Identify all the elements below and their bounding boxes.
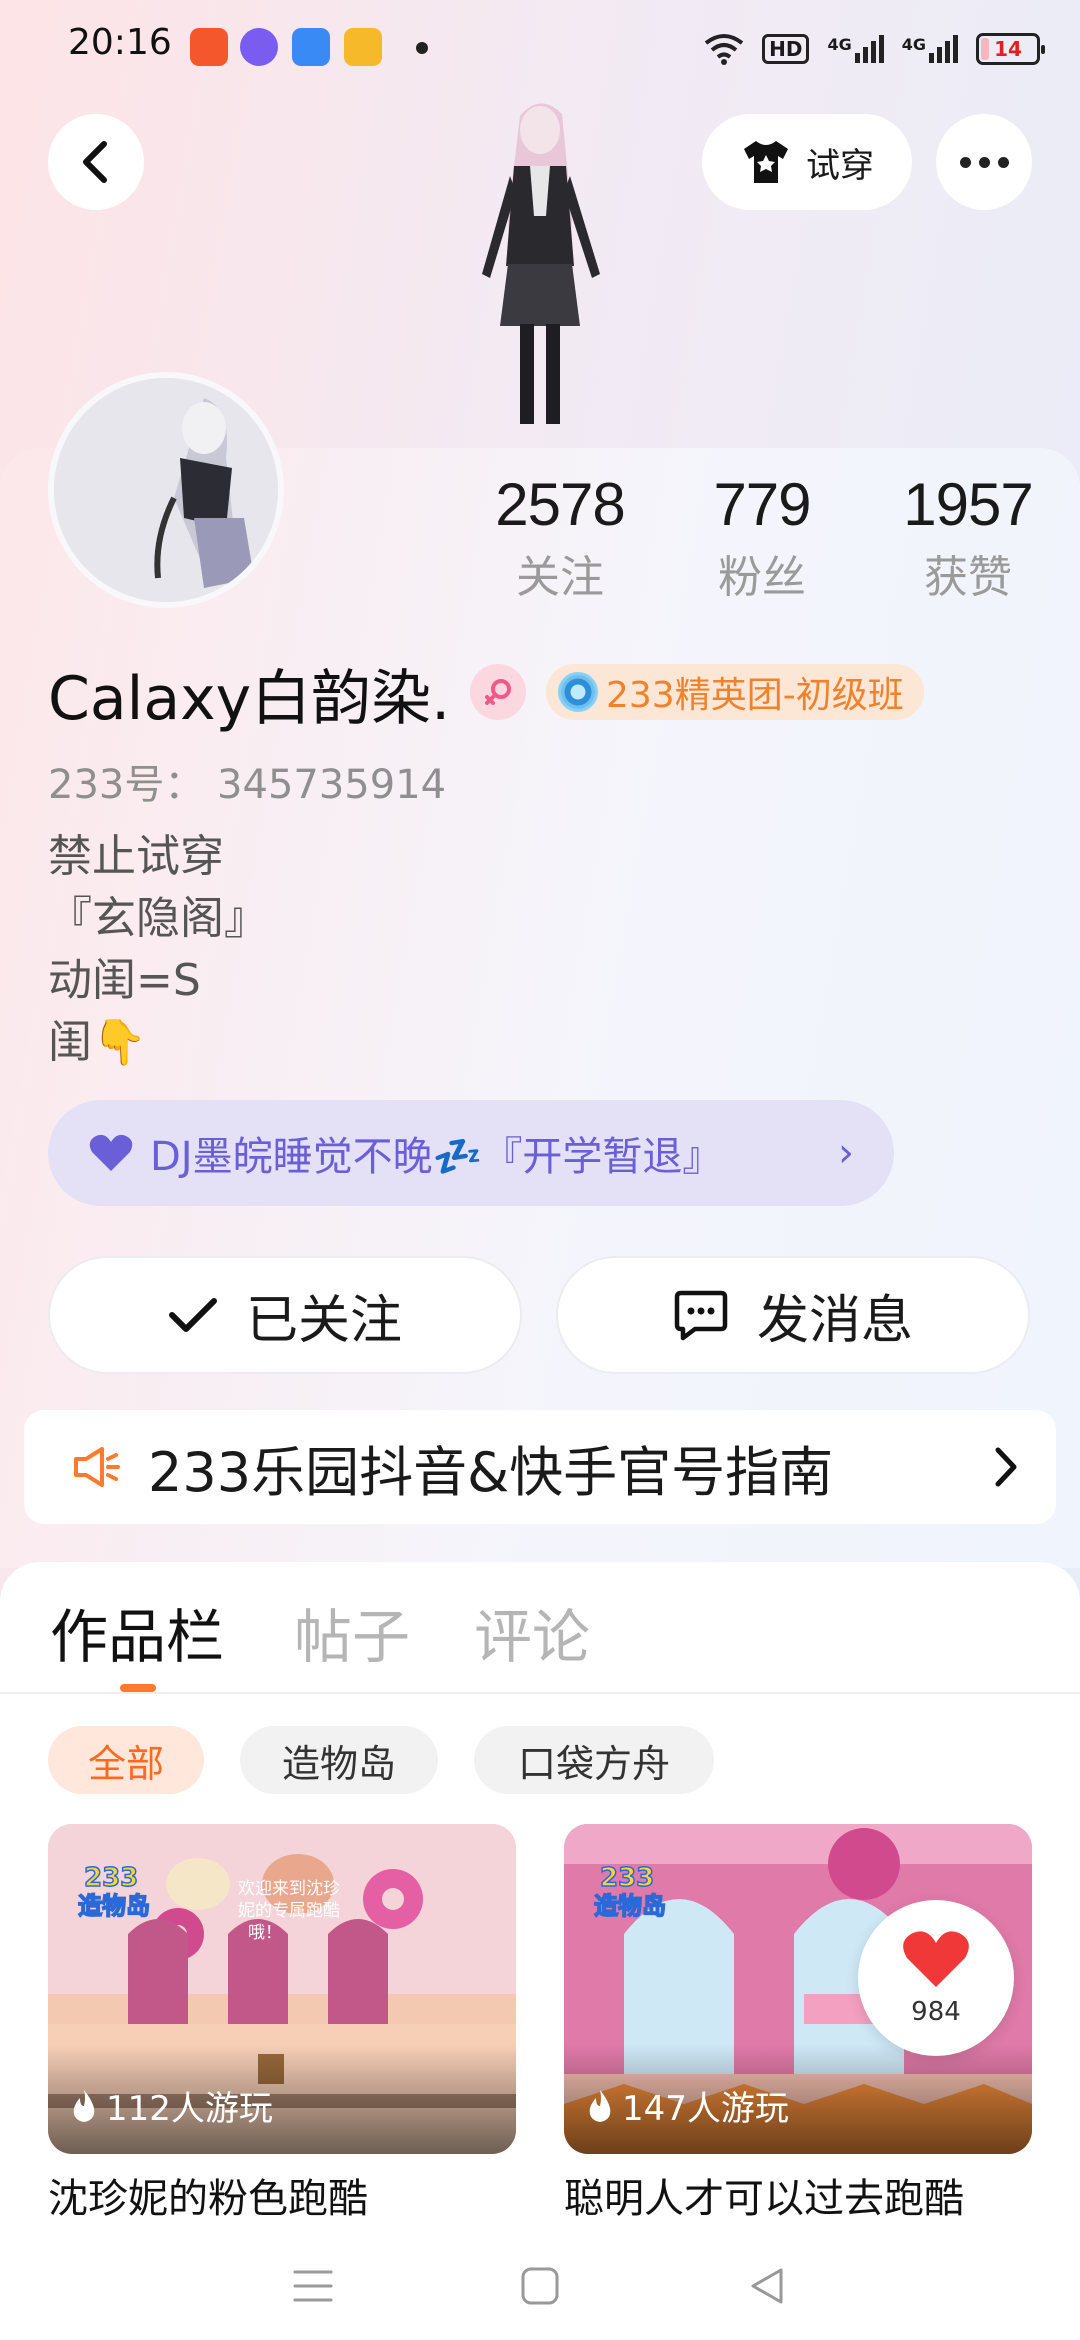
- play-count: 147人游玩: [586, 2081, 789, 2130]
- work-card-1[interactable]: 233 造物岛 欢迎来到沈珍 妮的专属跑酷 哦！ 112人游玩: [48, 1824, 516, 2154]
- tab-works[interactable]: 作品栏: [50, 1590, 224, 1674]
- back-triangle-icon[interactable]: [747, 2266, 787, 2306]
- like-count: 984: [911, 1997, 961, 2027]
- play-count-label: 147人游玩: [622, 2089, 789, 2129]
- music-title: DJ墨皖睡觉不晚💤『开学暂退』: [150, 1134, 723, 1180]
- svg-text:哦！: 哦！: [248, 1923, 282, 1943]
- followed-button[interactable]: 已关注: [48, 1256, 522, 1374]
- heart-icon: [903, 1931, 969, 1987]
- battery-icon: 14: [976, 33, 1045, 65]
- bio-line: 禁止试穿: [48, 831, 224, 882]
- bio-line: 闺👇: [48, 1017, 147, 1068]
- app-icon-blue: [292, 28, 330, 66]
- user-avatar[interactable]: [48, 372, 284, 608]
- flame-icon: [589, 2089, 611, 2122]
- followers-stat[interactable]: 779 粉丝: [672, 470, 852, 605]
- system-nav-bar: [0, 2232, 1080, 2340]
- message-button[interactable]: 发消息: [556, 1256, 1030, 1374]
- signal-icon-2: 4G: [902, 35, 958, 63]
- like-button[interactable]: 984: [858, 1900, 1014, 2056]
- flame-icon: [73, 2089, 95, 2122]
- try-on-button[interactable]: 试穿: [702, 114, 912, 210]
- network-label-2: 4G: [901, 35, 926, 54]
- chevron-right-icon: [995, 1447, 1017, 1487]
- following-count: 2578: [495, 471, 625, 538]
- megaphone-icon: [74, 1447, 120, 1487]
- chevron-right-icon: ›: [838, 1130, 854, 1176]
- more-dot: [978, 156, 990, 168]
- user-id: 233号： 345735914: [48, 762, 447, 808]
- bio: 禁止试穿 『玄隐阁』 动闺=S 闺👇: [48, 826, 268, 1074]
- following-stat[interactable]: 2578 关注: [470, 470, 650, 605]
- message-label: 发消息: [756, 1290, 913, 1351]
- tab-comments[interactable]: 评论: [474, 1590, 590, 1674]
- svg-text:233: 233: [84, 1863, 138, 1893]
- active-tab-indicator: [120, 1684, 156, 1692]
- battery-level: 14: [994, 37, 1022, 61]
- followers-label: 粉丝: [718, 552, 806, 603]
- svg-text:欢迎来到沈珍: 欢迎来到沈珍: [238, 1879, 340, 1899]
- bio-line: 『玄隐阁』: [48, 893, 268, 944]
- likes-count: 1957: [903, 471, 1033, 538]
- music-pill[interactable]: DJ墨皖睡觉不晚💤『开学暂退』 ›: [48, 1100, 894, 1206]
- bio-line: 动闺=S: [48, 955, 201, 1006]
- app-icon-purple: [240, 28, 278, 66]
- followers-count: 779: [713, 471, 811, 538]
- followed-label: 已关注: [245, 1290, 402, 1351]
- tab-posts[interactable]: 帖子: [294, 1590, 410, 1674]
- announcement-text: 233乐园抖音&快手官号指南: [148, 1440, 834, 1504]
- avatar-image: [54, 378, 278, 602]
- wifi-icon: [704, 34, 744, 65]
- avatar-character-figure: [482, 103, 600, 424]
- work-title-1[interactable]: 沈珍妮的粉色跑酷: [48, 2166, 368, 2224]
- home-icon[interactable]: [520, 2266, 560, 2306]
- heart-icon: [89, 1134, 133, 1171]
- back-button[interactable]: [48, 114, 144, 210]
- network-label: 4G: [827, 35, 852, 54]
- svg-text:妮的专属跑酷: 妮的专属跑酷: [238, 1901, 340, 1921]
- check-icon: [168, 1298, 217, 1332]
- svg-text:233: 233: [600, 1863, 654, 1893]
- likes-label: 获赞: [924, 552, 1012, 603]
- nickname: Calaxy白韵染.: [48, 664, 451, 734]
- team-badge-icon: [558, 672, 598, 712]
- app-icon-yellow: [344, 28, 382, 66]
- svg-text:造物岛: 造物岛: [78, 1892, 150, 1920]
- following-label: 关注: [516, 552, 604, 603]
- work-title-2[interactable]: 聪明人才可以过去跑酷: [564, 2166, 964, 2224]
- team-badge[interactable]: 233精英团-初级班: [546, 664, 924, 720]
- more-dot: [959, 156, 971, 168]
- status-bar: 20:16 HD 4G 4G 14: [0, 0, 1080, 96]
- status-time: 20:16: [68, 22, 172, 63]
- app-icon-orange: [190, 28, 228, 66]
- back-arrow-icon: [83, 141, 107, 183]
- announcement-banner[interactable]: 233乐园抖音&快手官号指南: [24, 1410, 1056, 1524]
- hd-icon: HD: [762, 34, 810, 64]
- play-count-label: 112人游玩: [106, 2089, 273, 2129]
- likes-stat[interactable]: 1957 获赞: [878, 470, 1058, 605]
- more-dot: [997, 156, 1009, 168]
- svg-text:造物岛: 造物岛: [594, 1892, 666, 1920]
- status-right: HD 4G 4G 14: [704, 26, 1045, 72]
- filter-creation-island[interactable]: 造物岛: [240, 1726, 438, 1794]
- play-count: 112人游玩: [70, 2081, 273, 2130]
- more-button[interactable]: [936, 114, 1032, 210]
- tshirt-icon: [744, 141, 788, 183]
- team-badge-label: 233精英团-初级班: [606, 675, 904, 716]
- notification-dot: [416, 42, 428, 54]
- menu-icon[interactable]: [293, 2268, 333, 2304]
- gender-female-icon: [470, 664, 526, 720]
- filter-pocket-ark[interactable]: 口袋方舟: [474, 1726, 714, 1794]
- try-on-label: 试穿: [806, 145, 874, 186]
- chat-bubble-icon: [674, 1290, 728, 1341]
- signal-icon-1: 4G: [827, 35, 884, 63]
- tab-divider: [0, 1692, 1080, 1694]
- filter-all[interactable]: 全部: [48, 1726, 204, 1794]
